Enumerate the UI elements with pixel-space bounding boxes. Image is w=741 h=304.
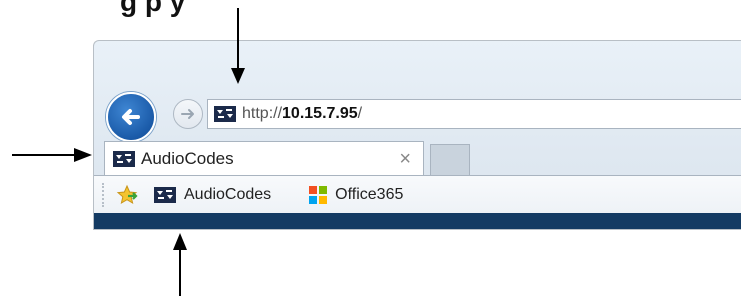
callout-arrow-right <box>12 148 92 162</box>
callout-arrows <box>12 8 245 296</box>
callout-arrow-up <box>173 233 187 296</box>
callout-arrow-down <box>231 8 245 84</box>
